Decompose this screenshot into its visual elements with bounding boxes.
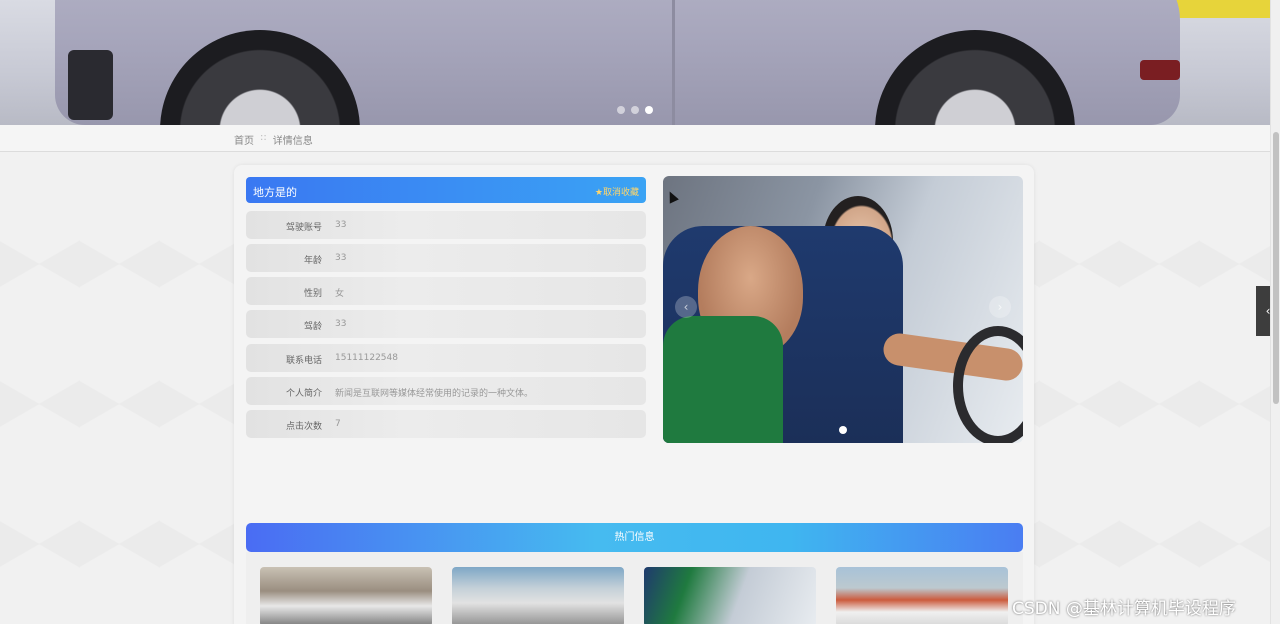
watermark: CSDN @基林计算机毕设程序: [1012, 599, 1236, 619]
info-value: 新闻是互联网等媒体经常使用的记录的一种文体。: [335, 389, 534, 399]
hot-info-title: 热门信息: [614, 532, 655, 543]
info-label: 联系电话: [285, 356, 322, 366]
hot-info-thumbnail[interactable]: [644, 567, 816, 624]
info-value: 女: [335, 289, 345, 299]
breadcrumb-home[interactable]: 首页: [234, 132, 254, 147]
banner-car-door: [672, 0, 675, 125]
banner-dot-2[interactable]: [631, 106, 639, 114]
info-value: 15111122548: [335, 353, 398, 363]
photo-next-button[interactable]: ›: [989, 296, 1011, 318]
scrollbar-thumb[interactable]: [1273, 132, 1279, 404]
info-value: 33: [335, 319, 347, 329]
hot-info-thumbnail[interactable]: [260, 567, 432, 624]
unfavorite-button[interactable]: ★取消收藏: [595, 185, 639, 198]
detail-title-bar: 地方是的 ★取消收藏: [246, 177, 646, 203]
info-label: 个人简介: [285, 389, 322, 399]
banner-car-light: [1140, 60, 1180, 80]
detail-title: 地方是的: [253, 186, 297, 199]
banner-dot-1[interactable]: [617, 106, 625, 114]
breadcrumb-separator: ::: [260, 132, 267, 143]
photo-prev-button[interactable]: ‹: [675, 296, 697, 318]
info-label: 驾驶账号: [285, 223, 322, 233]
photo-instructor-shirt: [663, 316, 783, 443]
banner-dot-3[interactable]: [645, 106, 653, 114]
breadcrumb-current: 详情信息: [272, 136, 313, 147]
hot-info-header: 热门信息: [246, 523, 1023, 552]
breadcrumb-bar: 首页 :: 详情信息: [0, 125, 1270, 152]
hot-info-thumbnail[interactable]: [836, 567, 1008, 624]
info-row-clicks: 点击次数 7: [246, 410, 646, 438]
info-label: 性别: [303, 289, 322, 299]
info-value: 7: [335, 419, 341, 429]
banner-car-grille: [68, 50, 113, 120]
info-row-age: 年龄 33: [246, 244, 646, 272]
info-value: 33: [335, 253, 347, 263]
info-label: 年龄: [303, 256, 322, 266]
info-label: 点击次数: [285, 422, 322, 432]
info-row-bio: 个人简介 新闻是互联网等媒体经常使用的记录的一种文体。: [246, 377, 646, 405]
photo-indicator[interactable]: [839, 426, 847, 434]
info-row-gender: 性别 女: [246, 277, 646, 305]
info-row-account: 驾驶账号 33: [246, 211, 646, 239]
info-row-phone: 联系电话 15111122548: [246, 344, 646, 372]
page-scrollbar[interactable]: [1270, 0, 1280, 624]
hot-info-thumbnail[interactable]: [452, 567, 624, 624]
info-label: 驾龄: [303, 322, 322, 332]
banner-indicators: [617, 106, 653, 114]
detail-photo-carousel[interactable]: ‹ ›: [663, 176, 1023, 443]
breadcrumb: 首页 :: 详情信息: [234, 132, 313, 147]
info-value: 33: [335, 220, 347, 230]
banner-carousel[interactable]: [0, 0, 1270, 125]
info-row-driving-years: 驾龄 33: [246, 310, 646, 338]
